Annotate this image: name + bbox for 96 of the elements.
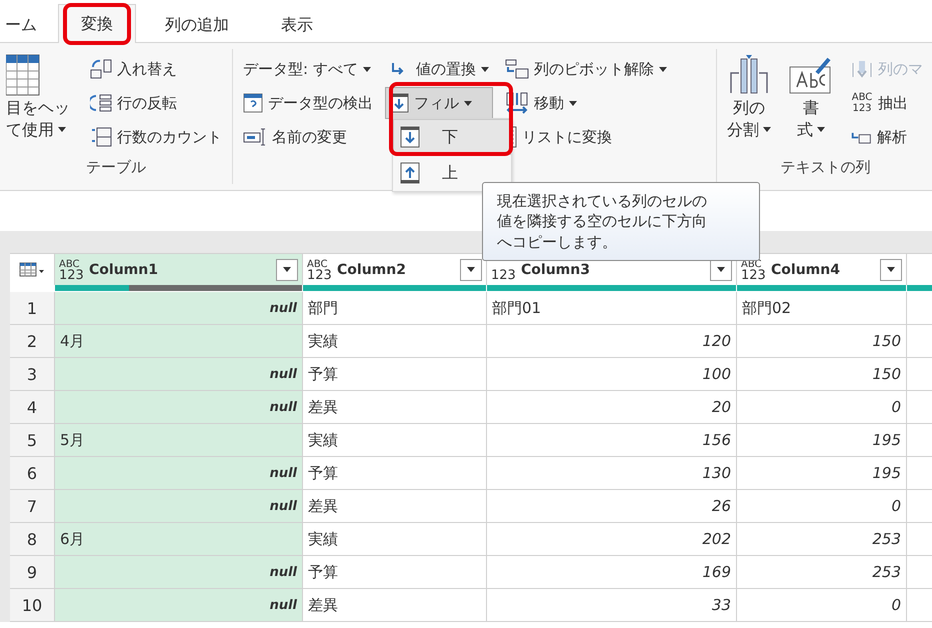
table-cell: 202 [702, 530, 731, 548]
ribbon-button[interactable]: 入れ替え [86, 53, 226, 85]
table-cell: null [270, 498, 297, 514]
ribbon-button[interactable]: 解析 [847, 121, 927, 153]
group-label: テーブル [86, 158, 146, 178]
ribbon-button[interactable]: 列の 分割 [723, 53, 775, 158]
table-cell: 差異 [308, 496, 338, 516]
table-cell: 253 [872, 563, 901, 581]
fill-down-icon [400, 126, 420, 148]
ribbon-button[interactable]: 行数のカウント [86, 121, 226, 153]
table-cell: 4月 [60, 332, 85, 350]
filter-dropdown-button[interactable] [460, 258, 482, 280]
table-cell: 169 [702, 563, 731, 581]
dropdown-caret-icon [887, 267, 895, 272]
move-icon [505, 92, 529, 114]
dropdown-caret-icon [467, 267, 475, 272]
group-label: テキストの列 [780, 158, 870, 178]
table-cell: 実績 [308, 530, 338, 548]
ribbon-button[interactable]: 移動 [501, 87, 671, 119]
table-cell: null [270, 598, 297, 612]
ribbon-button[interactable]: 書 式 [783, 53, 839, 158]
filter-dropdown-button[interactable] [880, 258, 902, 280]
use-first-row-as-headers-button[interactable]: 目をヘッ て使用 [6, 53, 74, 158]
ribbon-tab[interactable]: 変換 [58, 4, 136, 43]
text-type-icon: ABC 123 [851, 92, 873, 114]
table-cell: null [270, 300, 297, 316]
table-cell: 実績 [308, 332, 338, 350]
ribbon-button[interactable]: フィル [385, 87, 493, 119]
ribbon-button[interactable]: データ型: すべて [239, 53, 377, 85]
type-icon: ABC 123 [307, 258, 331, 280]
table-cell: 20 [712, 398, 731, 416]
table-cell: 差異 [308, 596, 338, 614]
row-number: 2 [26, 332, 38, 350]
fill-up-icon [400, 162, 420, 184]
table-cell: null [270, 366, 297, 382]
ribbon-tab[interactable]: 列の追加 [142, 6, 252, 43]
table-cell: 26 [712, 497, 731, 515]
menu-item[interactable]: 下 [393, 119, 511, 155]
row-number: 3 [26, 364, 38, 384]
row-number: 6 [26, 464, 38, 482]
table-cell: 33 [712, 596, 731, 614]
row-number: 10 [20, 596, 44, 614]
table-cell: 100 [702, 365, 731, 383]
row-number: 7 [26, 496, 38, 516]
ribbon-button[interactable]: 名前の変更 [239, 121, 377, 153]
row-number: 5 [26, 430, 38, 450]
ribbon-tab[interactable]: 表示 [258, 6, 336, 43]
row-number: 4 [26, 398, 38, 416]
table-cell: null [270, 466, 297, 480]
row-number: 9 [26, 562, 38, 582]
table-cell: 実績 [308, 430, 338, 450]
table-cell: 253 [872, 530, 901, 548]
ribbon-button[interactable]: 行の反転 [86, 87, 226, 119]
unpivot-icon [505, 59, 529, 79]
table-cell: 120 [702, 332, 731, 350]
table-cell: 部門02 [742, 298, 792, 318]
table-cell: 0 [891, 497, 901, 515]
reverse-rows-icon [90, 93, 112, 113]
table-cell: 予算 [308, 464, 338, 482]
table-cell: 5月 [60, 430, 85, 450]
table-cell: 195 [872, 464, 901, 482]
parse-icon [851, 130, 872, 144]
filter-dropdown-button[interactable] [276, 258, 298, 280]
ribbon-button[interactable]: 値の置換 [385, 53, 493, 85]
table-cell: 部門01 [492, 298, 542, 318]
type-icon: 123 [491, 258, 515, 280]
table-cell: 6月 [60, 530, 85, 548]
count-rows-icon [90, 127, 112, 147]
table-cell: 195 [872, 431, 901, 449]
table-cell: 予算 [308, 364, 338, 384]
table-cell: null [270, 400, 297, 414]
dropdown-caret-icon [283, 267, 291, 272]
ribbon-button[interactable]: データ型の検出 [239, 87, 377, 119]
ribbon-button[interactable]: 列のピボット解除 [501, 53, 671, 85]
rename-icon [243, 127, 267, 147]
row-number: 1 [26, 298, 38, 318]
table-cell: 150 [872, 365, 901, 383]
table-cell: 156 [702, 431, 731, 449]
table-icon [6, 53, 40, 97]
table-cell: 差異 [308, 398, 338, 416]
type-icon: ABC 123 [59, 258, 83, 280]
table-cell: 予算 [308, 562, 338, 582]
ribbon-tab[interactable]: ーム [0, 6, 42, 43]
table-cell: null [270, 564, 297, 580]
table-cell: 部門 [308, 298, 338, 318]
table-menu-icon[interactable] [19, 262, 45, 278]
dropdown-caret-icon [717, 267, 725, 272]
table-cell: 150 [872, 332, 901, 350]
table-cell: 0 [891, 596, 901, 614]
row-number: 8 [26, 530, 38, 548]
data-type-icon [243, 93, 263, 113]
table-cell: 0 [891, 398, 901, 416]
table-cell: 130 [702, 464, 731, 482]
tooltip-text: 現在選択されている列のセルの 値を隣接する空のセルに下方向 へコピーします。 [482, 182, 760, 261]
merge-columns-icon [851, 59, 873, 79]
transpose-icon [90, 59, 112, 79]
